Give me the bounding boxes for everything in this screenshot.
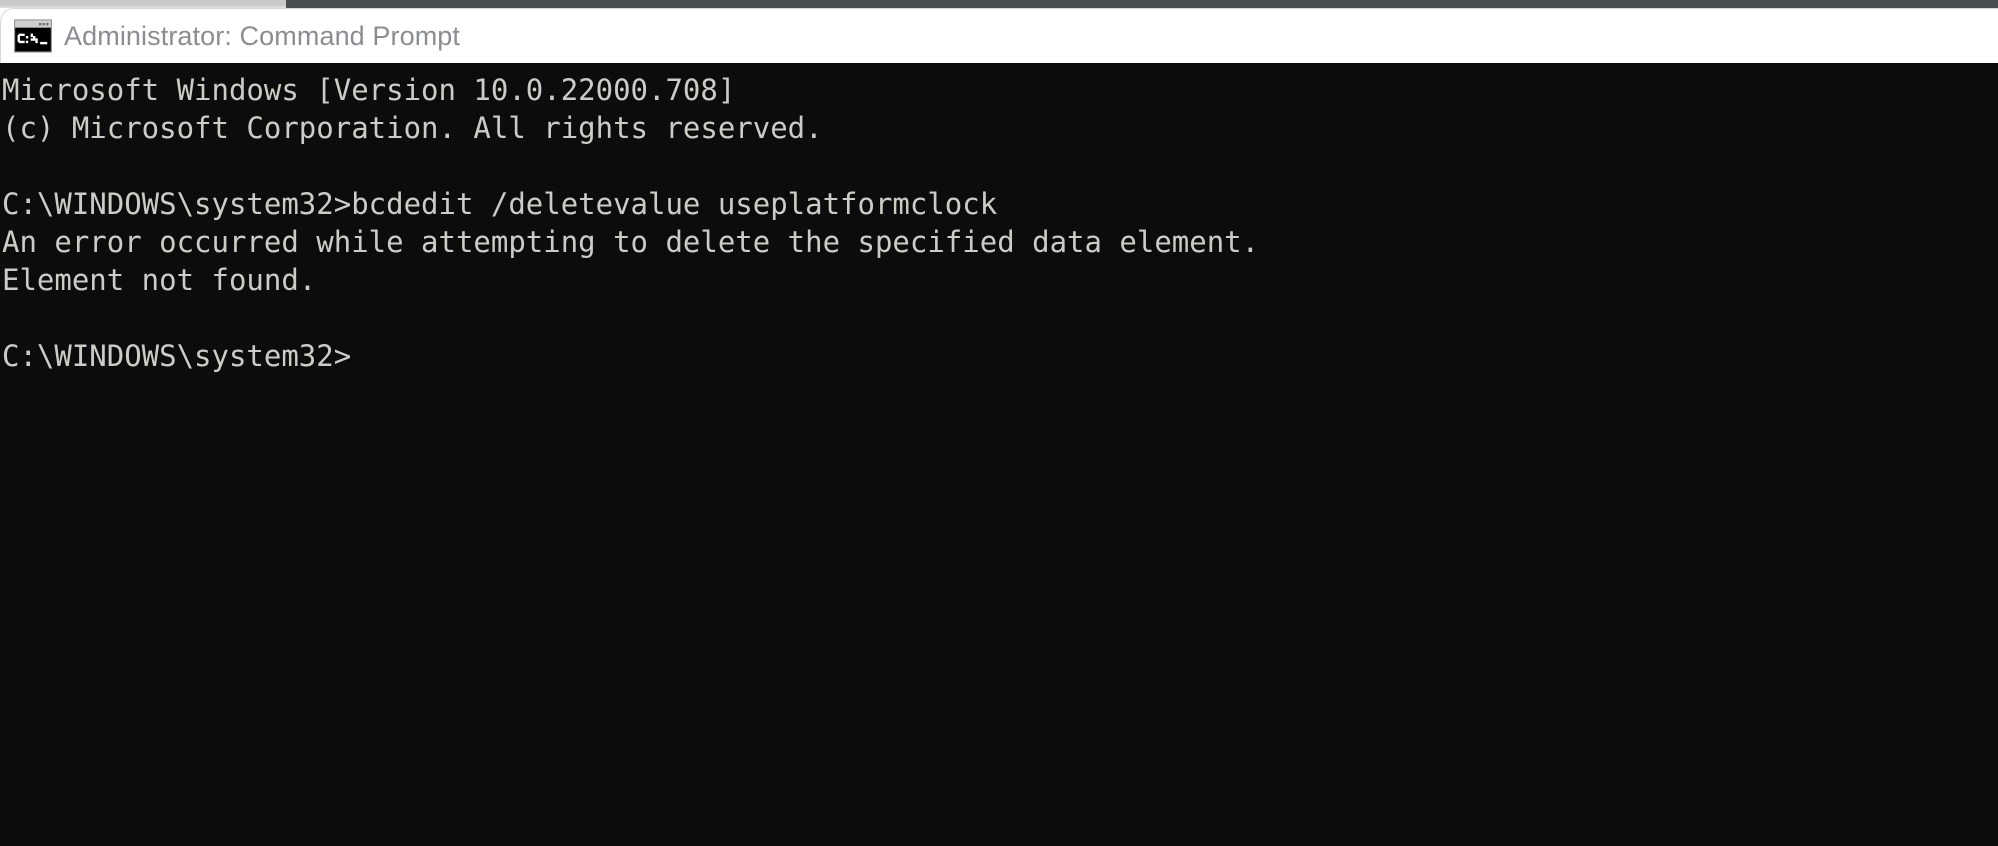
terminal-line: Microsoft Windows [Version 10.0.22000.70… (2, 73, 736, 107)
terminal-line: (c) Microsoft Corporation. All rights re… (2, 111, 823, 145)
command-prompt-window: Administrator: Command Prompt Microsoft … (0, 0, 1998, 846)
terminal-line-error-detail: Element not found. (2, 263, 317, 297)
window-top-edge-right (286, 0, 1998, 8)
title-bar[interactable]: Administrator: Command Prompt (0, 8, 1998, 63)
window-title: Administrator: Command Prompt (64, 20, 461, 51)
terminal-text-buffer: Microsoft Windows [Version 10.0.22000.70… (0, 63, 1998, 375)
terminal-line-prompt: C:\WINDOWS\system32> (2, 339, 352, 373)
terminal-output-area[interactable]: Microsoft Windows [Version 10.0.22000.70… (0, 63, 1998, 846)
terminal-line-error: An error occurred while attempting to de… (2, 225, 1260, 259)
terminal-line-command: C:\WINDOWS\system32>bcdedit /deletevalue… (2, 187, 998, 221)
command-prompt-icon (14, 18, 52, 53)
